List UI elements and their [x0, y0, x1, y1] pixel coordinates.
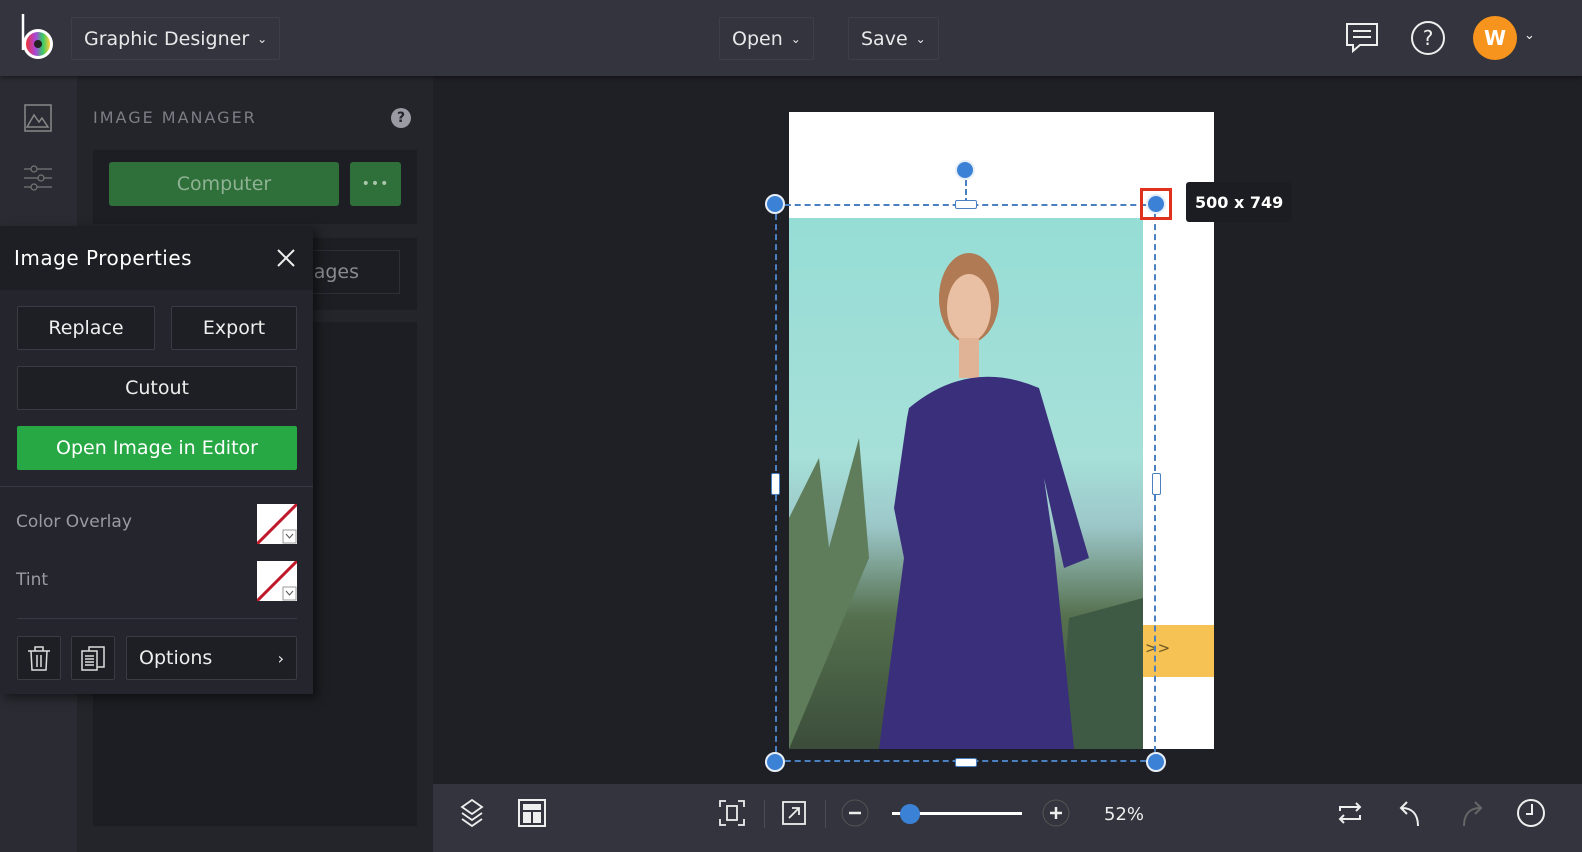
zoom-slider-handle[interactable] — [900, 804, 920, 824]
resize-handle-bottom[interactable] — [955, 758, 977, 767]
resize-handle-bottom-right[interactable] — [1146, 752, 1166, 772]
more-sources-button[interactable]: ••• — [350, 162, 401, 206]
save-label: Save — [861, 27, 908, 50]
divider — [825, 800, 826, 828]
computer-upload-button[interactable]: Computer — [109, 162, 339, 206]
chevron-right-icon: › — [277, 648, 284, 668]
trash-icon — [28, 646, 50, 671]
open-label: Open — [732, 27, 783, 50]
image-properties-panel: Image Properties Replace Export Cutout O… — [0, 226, 313, 694]
close-icon[interactable] — [274, 246, 298, 270]
duplicate-icon — [81, 646, 105, 671]
comments-icon[interactable] — [1344, 20, 1380, 56]
redo-icon[interactable] — [1456, 798, 1486, 828]
chevron-down-icon[interactable]: ⌄ — [1524, 28, 1535, 43]
divider — [17, 618, 297, 619]
zoom-value: 52% — [1104, 804, 1145, 825]
top-bar: Graphic Designer ⌄ Open ⌄ Save ⌄ ? W ⌄ — [0, 0, 1582, 76]
delete-button[interactable] — [17, 636, 61, 680]
divider — [764, 800, 765, 828]
open-dropdown[interactable]: Open ⌄ — [719, 17, 814, 60]
chevron-down-icon: ⌄ — [790, 31, 801, 46]
image-icon[interactable] — [24, 104, 52, 132]
duplicate-button[interactable] — [71, 636, 115, 680]
size-tooltip: 500 x 749 — [1186, 182, 1293, 222]
options-button[interactable]: Options › — [126, 636, 297, 680]
history-icon[interactable] — [1516, 798, 1546, 828]
export-button[interactable]: Export — [171, 306, 297, 350]
resize-handle-top-left[interactable] — [765, 194, 785, 214]
resize-handle-top[interactable] — [955, 200, 977, 209]
open-image-in-editor-button[interactable]: Open Image in Editor — [17, 426, 297, 470]
layers-icon[interactable] — [457, 798, 487, 828]
color-overlay-label: Color Overlay — [16, 512, 132, 532]
divider — [0, 486, 313, 487]
panel-title: Image Properties — [14, 246, 193, 270]
app-logo[interactable] — [20, 14, 56, 62]
zoom-out-icon[interactable] — [840, 798, 870, 828]
undo-icon[interactable] — [1396, 798, 1426, 828]
chevron-down-icon: ⌄ — [257, 31, 268, 46]
save-dropdown[interactable]: Save ⌄ — [848, 17, 939, 60]
options-label: Options — [139, 647, 213, 669]
svg-text:?: ? — [1423, 26, 1434, 50]
help-icon[interactable]: ? — [1410, 20, 1446, 56]
image-manager-title: IMAGE MANAGER — [93, 108, 257, 127]
swap-icon[interactable] — [1335, 798, 1365, 828]
resize-handle-bottom-left[interactable] — [765, 752, 785, 772]
fit-to-screen-icon[interactable] — [717, 798, 747, 828]
rotate-handle[interactable] — [955, 160, 975, 180]
user-avatar[interactable]: W — [1473, 16, 1517, 60]
color-overlay-swatch[interactable] — [257, 504, 297, 544]
resize-handle-left[interactable] — [771, 473, 780, 495]
resize-handle-top-right[interactable] — [1146, 194, 1166, 214]
workspace-dropdown[interactable]: Graphic Designer ⌄ — [71, 17, 281, 60]
workspace-label: Graphic Designer — [84, 27, 250, 50]
zoom-in-icon[interactable] — [1041, 798, 1071, 828]
adjustments-icon[interactable] — [24, 164, 52, 192]
chevron-down-icon: ⌄ — [915, 31, 926, 46]
help-icon[interactable]: ? — [391, 108, 411, 128]
bottom-toolbar: 52% — [433, 784, 1582, 852]
expand-icon[interactable] — [779, 798, 809, 828]
resize-handle-right[interactable] — [1152, 473, 1161, 495]
layout-icon[interactable] — [517, 798, 547, 828]
tint-label: Tint — [16, 570, 49, 590]
replace-button[interactable]: Replace — [17, 306, 155, 350]
tint-swatch[interactable] — [257, 561, 297, 601]
upload-section: Computer ••• — [93, 150, 417, 224]
selection-box[interactable] — [775, 204, 1156, 762]
cutout-button[interactable]: Cutout — [17, 366, 297, 410]
